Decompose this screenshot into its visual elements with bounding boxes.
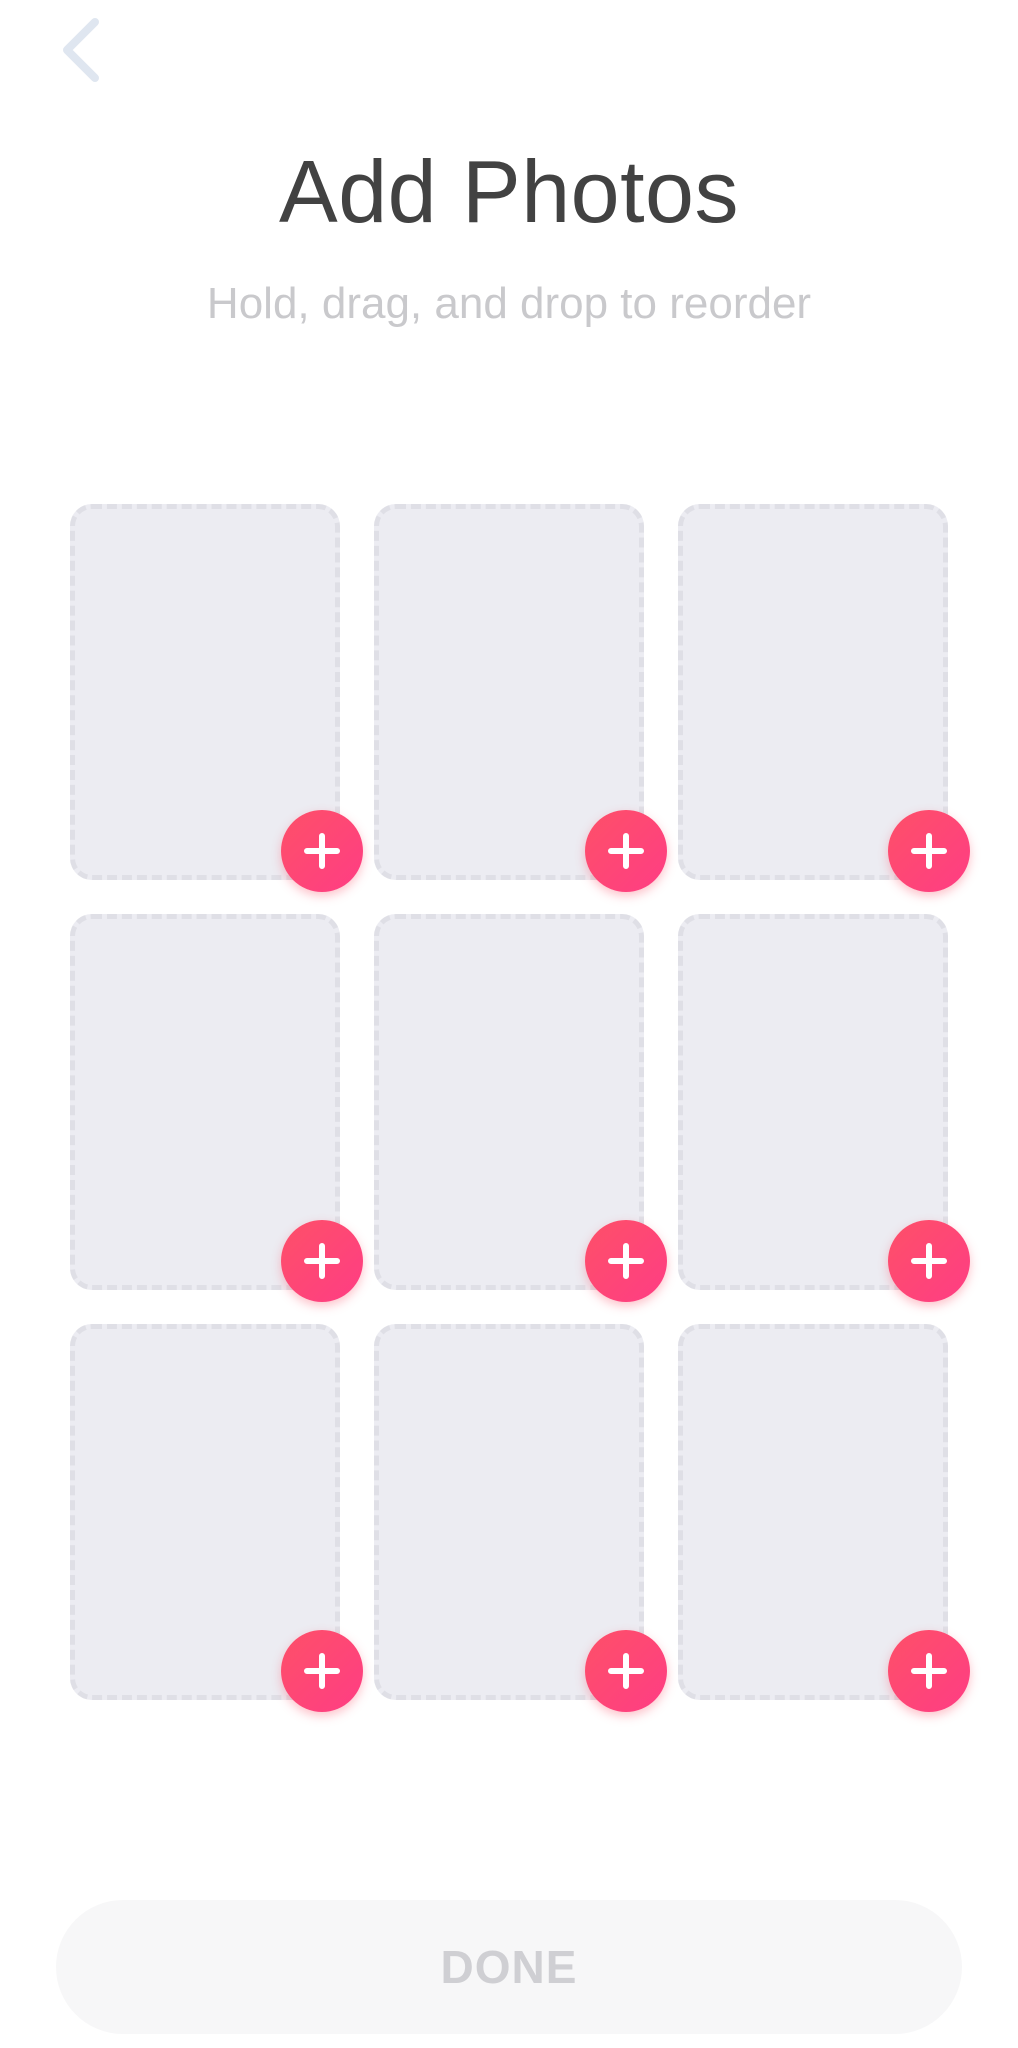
add-photo-button-7[interactable]	[281, 1630, 363, 1712]
page-subtitle: Hold, drag, and drop to reorder	[206, 279, 812, 328]
plus-icon	[303, 1652, 341, 1690]
plus-icon	[910, 1652, 948, 1690]
back-button[interactable]	[40, 10, 120, 90]
plus-icon	[303, 832, 341, 870]
plus-icon	[607, 832, 645, 870]
add-photo-button-6[interactable]	[888, 1220, 970, 1302]
plus-icon	[607, 1652, 645, 1690]
plus-icon	[910, 832, 948, 870]
add-photo-button-1[interactable]	[281, 810, 363, 892]
add-photo-button-2[interactable]	[585, 810, 667, 892]
chevron-left-icon	[57, 16, 103, 84]
photo-grid	[70, 504, 970, 1712]
page-title: Add Photos	[279, 142, 739, 241]
done-button-label: DONE	[440, 1941, 578, 1993]
add-photo-button-3[interactable]	[888, 810, 970, 892]
add-photo-button-5[interactable]	[585, 1220, 667, 1302]
add-photo-button-8[interactable]	[585, 1630, 667, 1712]
plus-icon	[303, 1242, 341, 1280]
plus-icon	[910, 1242, 948, 1280]
plus-icon	[607, 1242, 645, 1280]
done-button[interactable]: DONE	[56, 1900, 962, 2034]
add-photo-button-4[interactable]	[281, 1220, 363, 1302]
add-photo-button-9[interactable]	[888, 1630, 970, 1712]
